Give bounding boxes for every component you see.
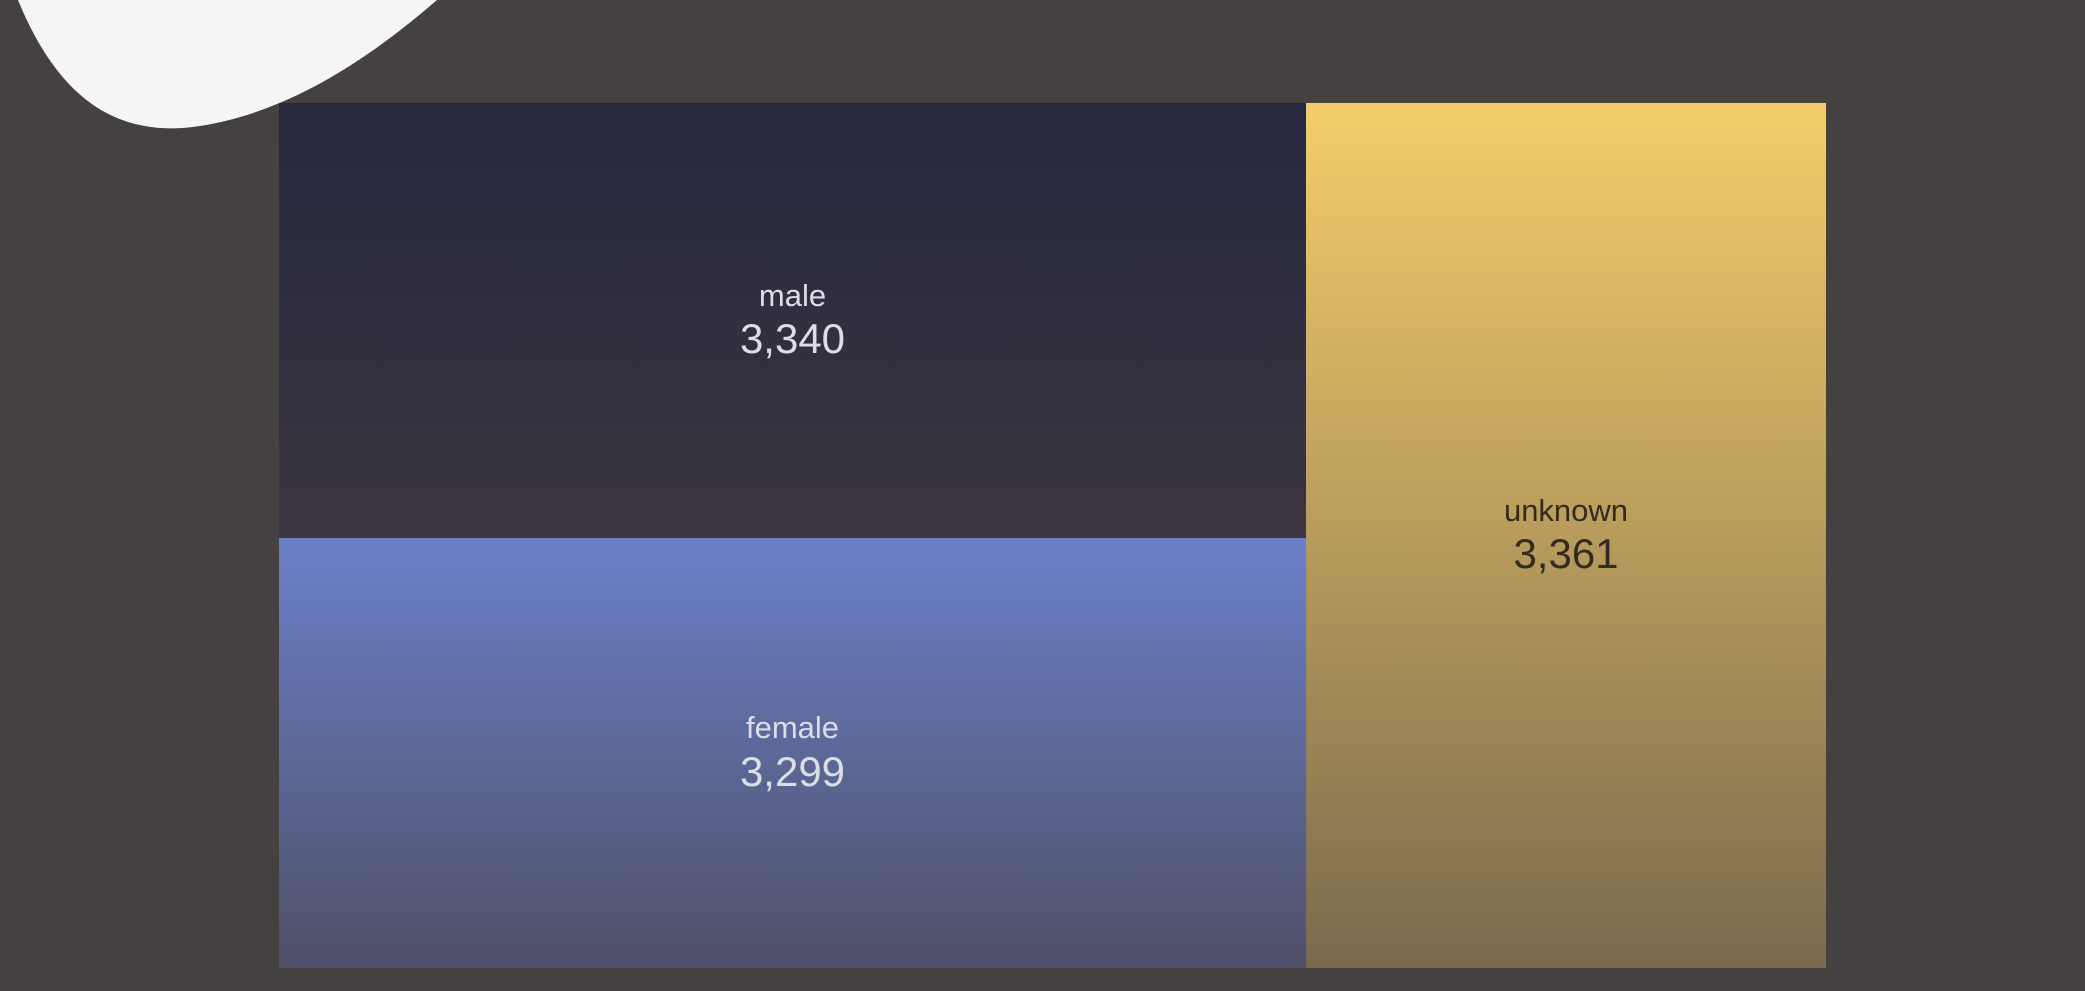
tile-name-female: female [745,710,840,746]
tile-value-male: 3,340 [739,315,846,363]
treemap-tile-female[interactable]: female 3,299 [279,538,1306,968]
treemap-tile-male[interactable]: male 3,340 [279,103,1306,538]
tile-label-male: male 3,340 [279,278,1306,364]
tile-name-male: male [758,277,827,313]
tile-name-unknown: unknown [1503,492,1629,528]
treemap-tile-unknown[interactable]: unknown 3,361 [1306,103,1826,968]
tile-label-female: female 3,299 [279,710,1306,796]
tile-value-unknown: 3,361 [1513,530,1619,578]
tile-label-unknown: unknown 3,361 [1306,493,1826,579]
treemap: male 3,340 female 3,299 unknown 3,361 [279,103,1826,968]
chart-canvas: male 3,340 female 3,299 unknown 3,361 [0,0,2085,991]
tile-value-female: 3,299 [739,747,846,795]
